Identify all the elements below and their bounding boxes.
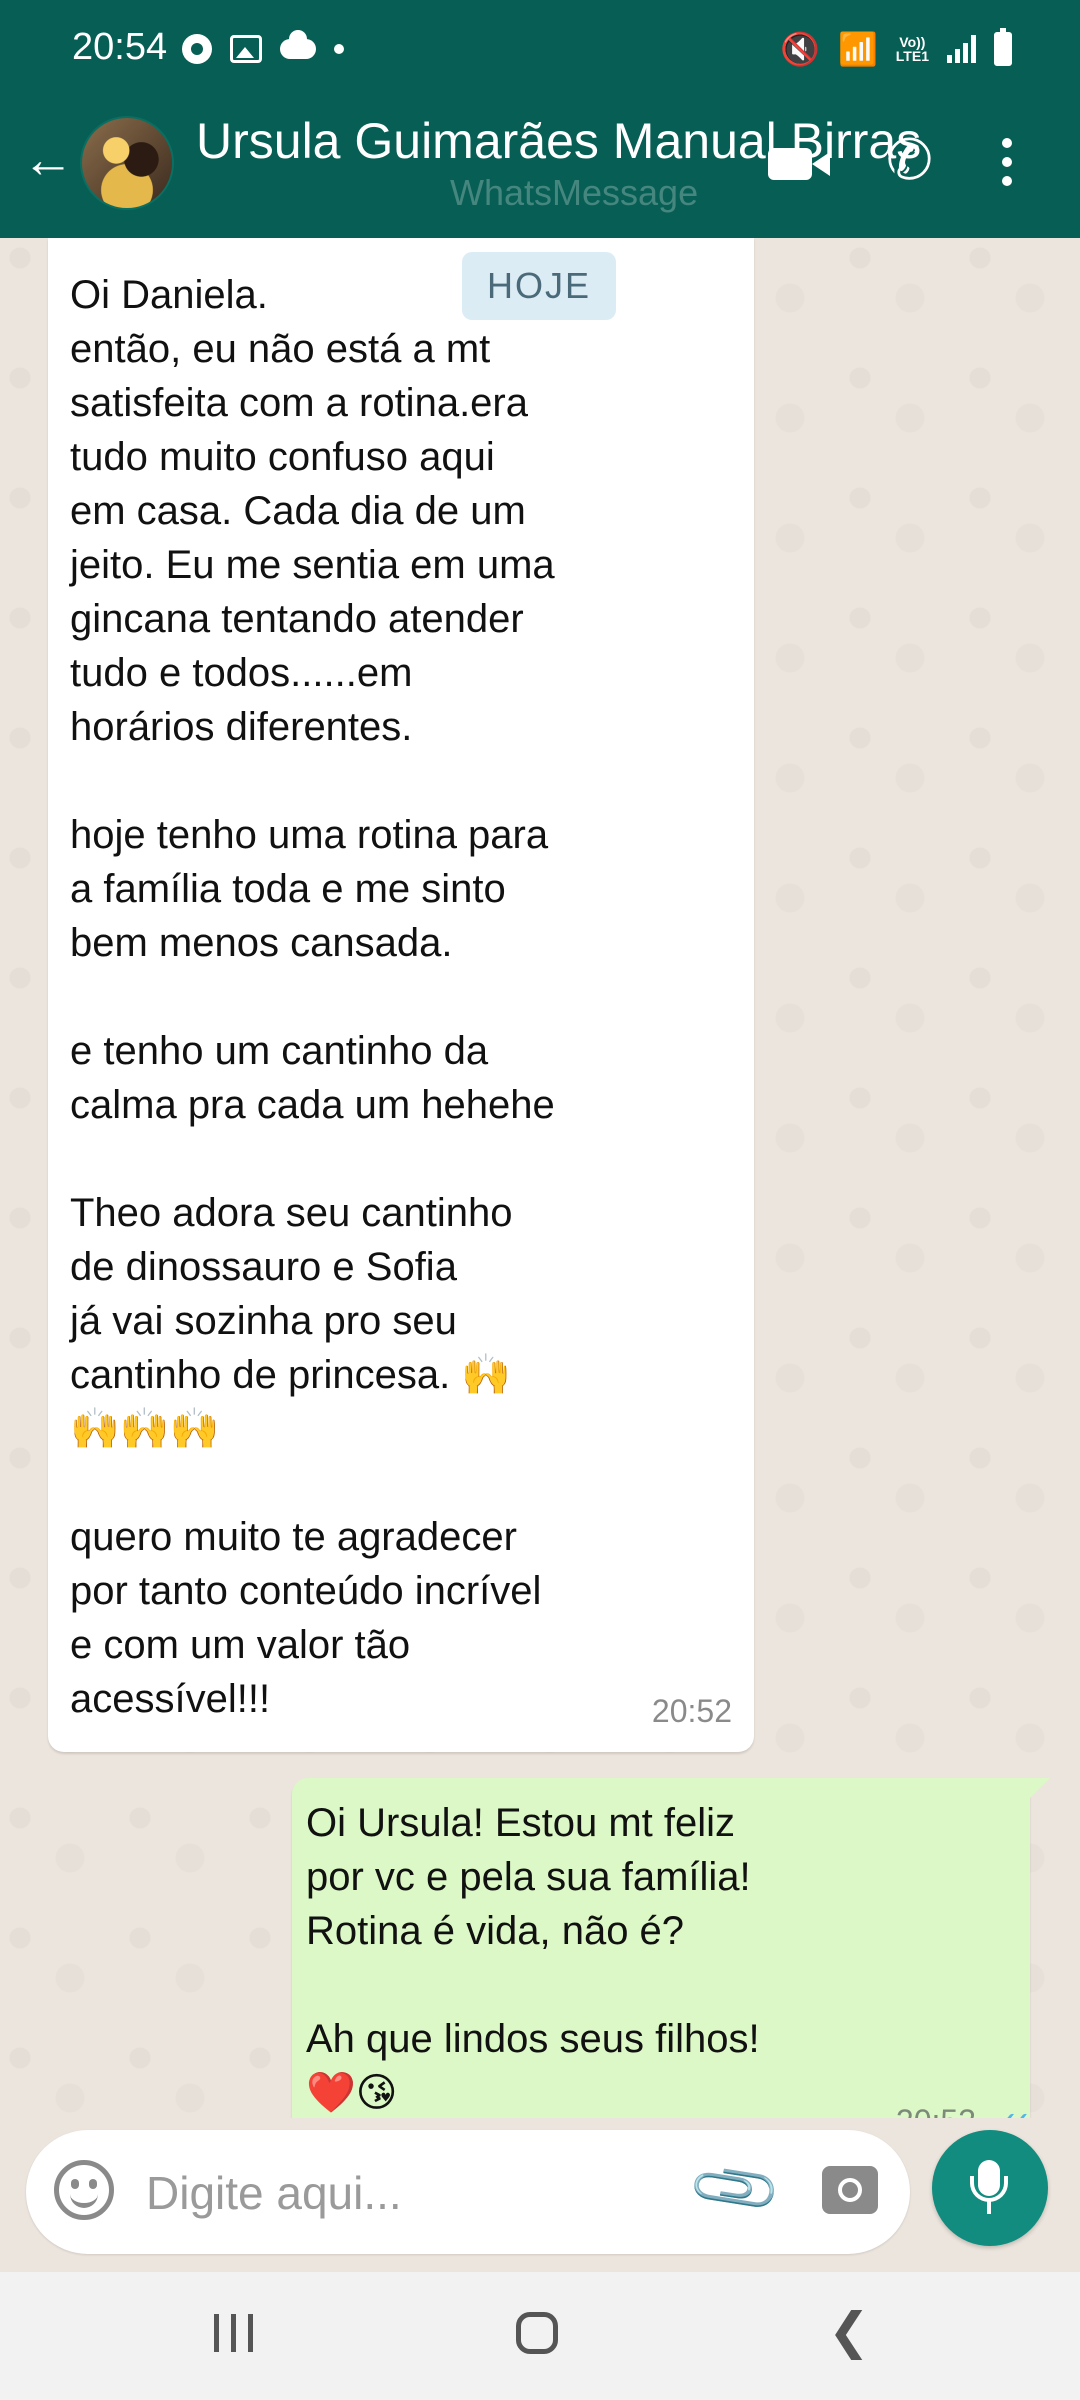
back-arrow-icon[interactable]: ← <box>22 134 74 186</box>
read-receipt-icon: ✓✓ <box>992 2096 1031 2118</box>
lte-label: LTE1 <box>895 48 929 64</box>
recent-apps-icon[interactable] <box>214 2314 253 2352</box>
camera-icon[interactable] <box>822 2166 878 2214</box>
message-composer: 📎 <box>26 2130 910 2254</box>
emoji-icon[interactable] <box>54 2160 114 2220</box>
signal-icon <box>947 35 976 63</box>
system-navigation-bar: ❮ <box>0 2272 1080 2400</box>
notification-icons <box>182 30 344 64</box>
status-time: 20:54 <box>72 26 168 68</box>
contact-avatar[interactable] <box>80 116 174 210</box>
video-call-icon[interactable] <box>768 148 830 180</box>
outgoing-message-time: 20:53 <box>896 2094 976 2118</box>
image-icon <box>230 35 262 63</box>
battery-icon <box>994 28 1012 66</box>
cloud-icon <box>280 30 316 59</box>
incoming-message-text: Oi Daniela. então, eu não está a mt sati… <box>70 273 555 1721</box>
chat-area[interactable]: Oi Daniela. então, eu não está a mt sati… <box>0 238 1080 2118</box>
date-divider-chip: HOJE <box>462 252 616 320</box>
message-input[interactable] <box>144 2158 708 2228</box>
outgoing-message-text: Oi Ursula! Estou mt feliz por vc e pela … <box>306 1801 760 2115</box>
voice-message-button[interactable] <box>932 2130 1048 2246</box>
chrome-icon <box>182 34 212 64</box>
contact-subtitle: WhatsMessage <box>450 172 699 213</box>
outgoing-message-bubble[interactable]: Oi Ursula! Estou mt feliz por vc e pela … <box>292 1778 1050 2118</box>
home-icon[interactable] <box>516 2312 558 2354</box>
incoming-message-time: 20:52 <box>651 1693 732 1729</box>
voice-call-icon[interactable]: ✆ <box>886 132 933 188</box>
mute-icon: 🔇 <box>780 31 820 67</box>
volte-icon: Vo)) LTE1 <box>896 35 929 63</box>
nav-back-icon[interactable]: ❮ <box>828 2306 870 2356</box>
more-notifications-dot-icon <box>334 44 344 54</box>
chat-header: ← Ursula Guimarães Manual Birras WhatsMe… <box>0 92 1080 238</box>
wifi-icon: 📶 <box>837 31 878 67</box>
status-bar: 20:54 🔇 📶 Vo)) LTE1 <box>0 0 1080 92</box>
more-options-icon[interactable] <box>1002 138 1012 195</box>
incoming-message-bubble[interactable]: Oi Daniela. então, eu não está a mt sati… <box>48 238 754 1752</box>
system-icons: 🔇 📶 Vo)) LTE1 <box>780 28 1012 68</box>
